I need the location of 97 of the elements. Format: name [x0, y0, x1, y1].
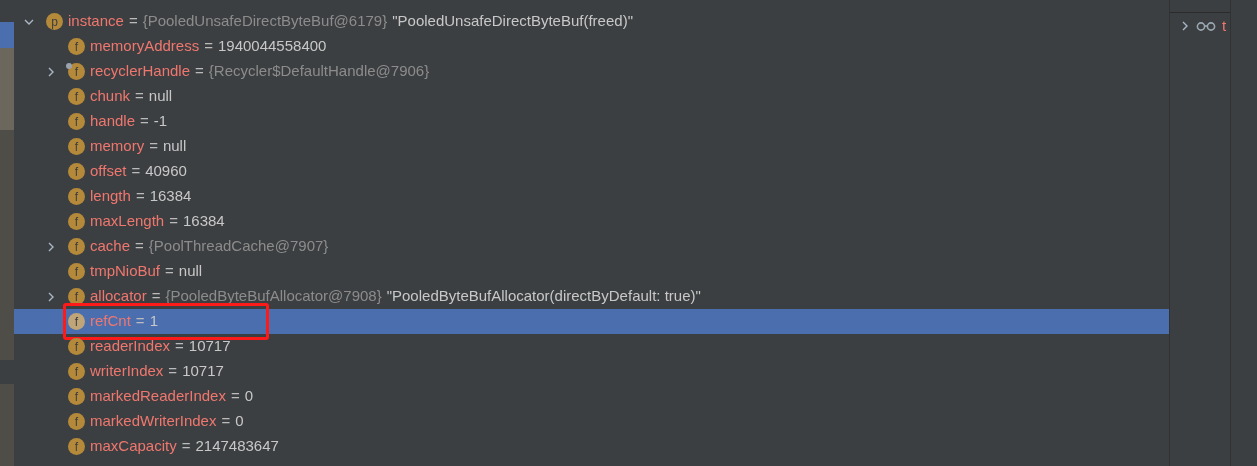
variable-value: 2147483647: [195, 436, 279, 457]
watch-name: t: [1222, 15, 1227, 36]
tree-row[interactable]: f maxLength = 16384: [14, 209, 1169, 234]
glasses-icon: [1196, 21, 1216, 31]
equals-sign: =: [221, 411, 231, 432]
variable-value: 40960: [145, 161, 187, 182]
variable-value: 1940044558400: [217, 36, 327, 57]
field-icon: f: [68, 188, 85, 205]
equals-sign: =: [168, 361, 178, 382]
tree-row[interactable]: f markedWriterIndex = 0: [14, 409, 1169, 434]
tree-row[interactable]: f cache = {PoolThreadCache@7907}: [14, 234, 1169, 259]
tree-row[interactable]: f memoryAddress = 1940044558400: [14, 34, 1169, 59]
variable-name: instance: [68, 11, 124, 32]
property-icon: p: [46, 13, 63, 30]
variable-name: writerIndex: [90, 361, 164, 382]
field-icon: f: [68, 388, 85, 405]
variable-name: maxCapacity: [90, 436, 177, 457]
variable-value: -1: [153, 111, 168, 132]
variable-value: 0: [244, 386, 254, 407]
chevron-right-icon[interactable]: [46, 241, 56, 252]
field-icon: f: [68, 88, 85, 105]
variable-name: memoryAddress: [90, 36, 200, 57]
field-icon: f: [68, 438, 85, 455]
variable-value: 10717: [182, 361, 224, 382]
variable-value: 16384: [183, 211, 225, 232]
object-reference: {PoolThreadCache@7907}: [148, 236, 329, 257]
variable-name: markedWriterIndex: [90, 411, 217, 432]
variable-value: null: [162, 136, 187, 157]
variable-value: 10717: [188, 336, 231, 357]
variable-name: cache: [90, 236, 131, 257]
field-icon: f: [68, 363, 85, 380]
tree-row[interactable]: f readerIndex = 10717: [14, 334, 1169, 359]
variable-name: handle: [90, 111, 136, 132]
tree-row[interactable]: f length = 16384: [14, 184, 1169, 209]
object-reference: {Recycler$DefaultHandle@7906}: [208, 61, 430, 82]
field-icon: f: [68, 413, 85, 430]
field-icon: f: [68, 213, 85, 230]
variable-name: allocator: [90, 286, 147, 307]
object-reference: {PooledByteBufAllocator@7908}: [165, 286, 382, 307]
variable-name: tmpNioBuf: [90, 261, 161, 282]
equals-sign: =: [181, 436, 191, 457]
variable-name: offset: [90, 161, 127, 182]
variable-value: 1: [149, 311, 158, 332]
variable-value: "PooledByteBufAllocator(directByDefault: true)": [386, 286, 701, 307]
field-icon: f: [68, 163, 85, 180]
equals-sign: =: [204, 36, 213, 57]
equals-sign: =: [151, 286, 161, 307]
equals-sign: =: [135, 311, 145, 332]
field-icon: f: [68, 238, 85, 255]
object-reference: {PooledUnsafeDirectByteBuf@6179}: [142, 11, 388, 32]
tree-row[interactable]: f writerIndex = 10717: [14, 359, 1169, 384]
variable-name: readerIndex: [90, 336, 171, 357]
equals-sign: =: [135, 236, 144, 257]
variable-name: memory: [90, 136, 145, 157]
chevron-right-icon[interactable]: [46, 66, 56, 77]
equals-sign: =: [135, 86, 144, 107]
equals-sign: =: [195, 61, 204, 82]
variable-value: null: [178, 261, 203, 282]
equals-sign: =: [149, 136, 158, 157]
field-icon: f: [68, 138, 85, 155]
field-icon: f: [68, 38, 85, 55]
variable-name: length: [90, 186, 131, 207]
tree-row[interactable]: f memory = null: [14, 134, 1169, 159]
tree-row[interactable]: f recyclerHandle = {Recycler$DefaultHandle@7906}: [14, 59, 1169, 84]
variable-value: "PooledUnsafeDirectByteBuf(freed)": [392, 11, 633, 32]
variable-name: recyclerHandle: [90, 61, 191, 82]
chevron-right-icon[interactable]: [1180, 21, 1190, 31]
variable-name: maxLength: [90, 211, 165, 232]
variable-name: chunk: [90, 86, 131, 107]
tree-row[interactable]: p instance = {PooledUnsafeDirectByteBuf@6179} "PooledUnsafeDirectByteBuf(freed)": [14, 9, 1169, 34]
tree-row[interactable]: f offset = 40960: [14, 159, 1169, 184]
variable-value: 0: [235, 411, 244, 432]
variable-name: markedReaderIndex: [90, 386, 226, 407]
equals-sign: =: [175, 336, 184, 357]
equals-sign: =: [128, 11, 138, 32]
equals-sign: =: [131, 161, 141, 182]
variable-name: refCnt: [90, 311, 131, 332]
equals-sign: =: [169, 211, 178, 232]
field-icon: f: [68, 338, 85, 355]
tree-row[interactable]: f handle = -1: [14, 109, 1169, 134]
equals-sign: =: [140, 111, 149, 132]
tree-row[interactable]: f tmpNioBuf = null: [14, 259, 1169, 284]
variable-value: 16384: [149, 186, 192, 207]
chevron-right-icon[interactable]: [46, 291, 56, 302]
tree-row[interactable]: f maxCapacity = 2147483647: [14, 434, 1169, 459]
variable-value: null: [148, 86, 173, 107]
tree-row[interactable]: f markedReaderIndex = 0: [14, 384, 1169, 409]
field-icon: f: [68, 113, 85, 130]
field-icon: f: [68, 63, 85, 80]
selected-tree-row[interactable]: f refCnt = 1: [14, 309, 1169, 334]
equals-sign: =: [165, 261, 174, 282]
field-icon: f: [68, 313, 85, 330]
equals-sign: =: [230, 386, 240, 407]
field-icon: f: [68, 263, 85, 280]
tree-row[interactable]: f allocator = {PooledByteBufAllocator@7908} "PooledByteBufAllocator(directByDefault: true)": [14, 284, 1169, 309]
tree-row[interactable]: f chunk = null: [14, 84, 1169, 109]
equals-sign: =: [135, 186, 145, 207]
